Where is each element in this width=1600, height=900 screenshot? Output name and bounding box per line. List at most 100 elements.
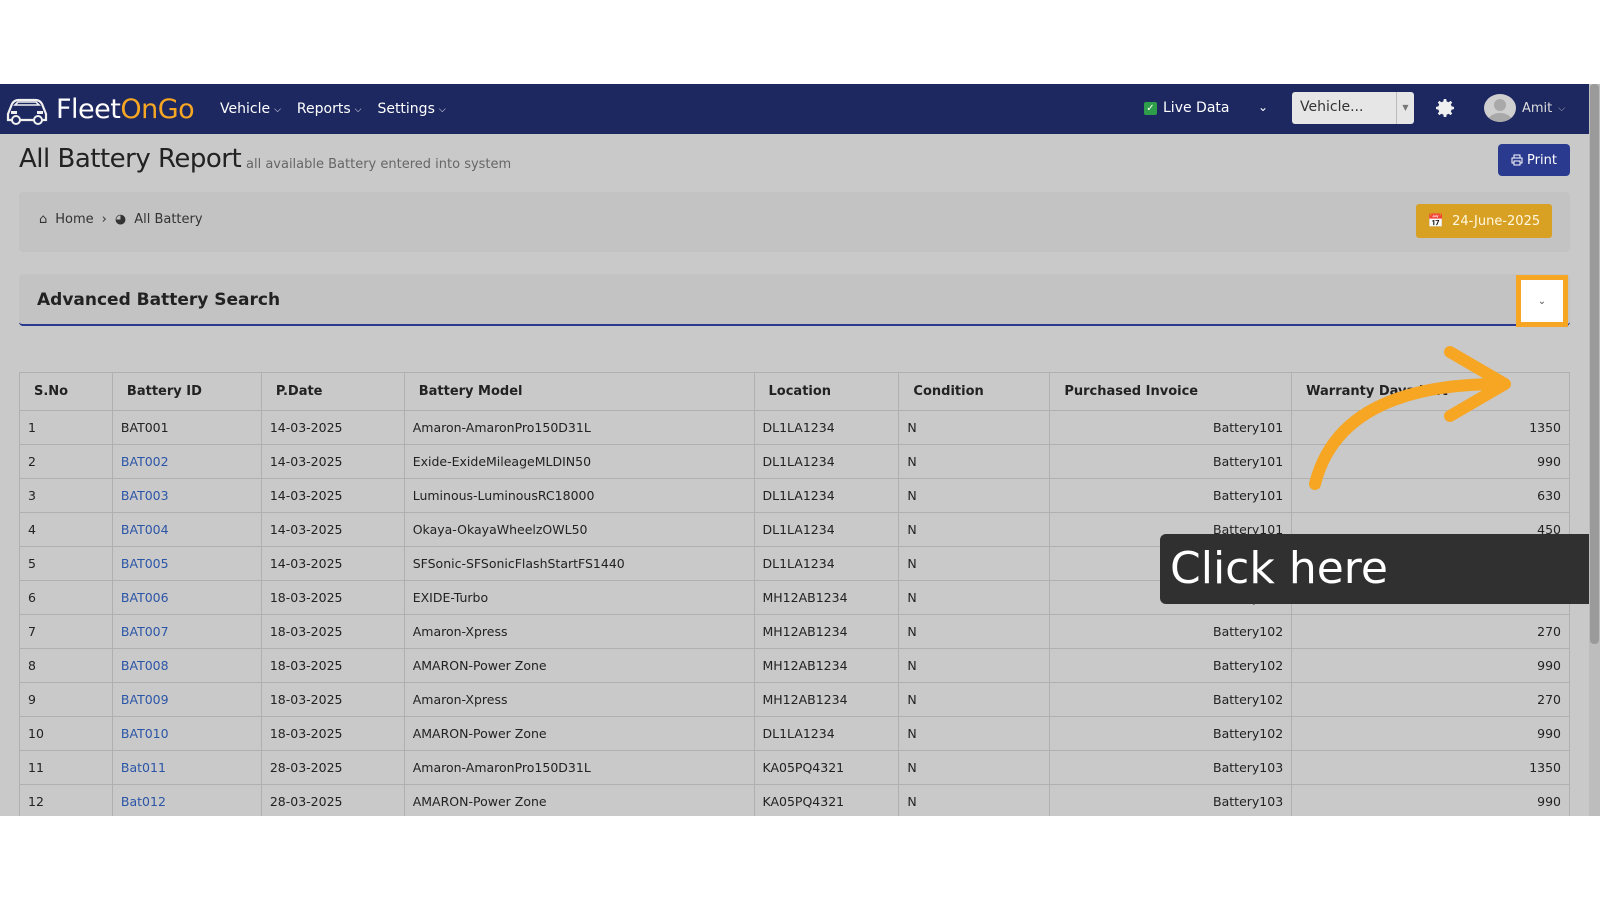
table-row[interactable]: 8 BAT008 18-03-2025 AMARON-Power Zone MH12AB… (19, 648, 1570, 683)
gear-icon[interactable] (1433, 96, 1457, 120)
table-cell: N (898, 716, 1051, 751)
table-cell: 1 (19, 410, 113, 445)
table-cell: Battery103 (1049, 784, 1293, 816)
table-cell: N (898, 512, 1051, 547)
table-cell: MH12AB1234 (753, 614, 900, 649)
column-header[interactable]: P.Date (260, 372, 405, 411)
table-cell: DL1LA1234 (753, 512, 900, 547)
column-header[interactable]: S.No (19, 372, 113, 411)
table-cell: 7 (19, 614, 113, 649)
menu-settings[interactable]: Settings ⌵ (377, 101, 445, 117)
battery-id-link[interactable]: BAT005 (111, 546, 262, 581)
checkbox-checked-icon: ✓ (1144, 101, 1157, 115)
live-data-label: Live Data (1163, 100, 1230, 116)
table-cell: Exide-ExideMileageMLDIN50 (403, 444, 755, 479)
battery-id-link[interactable]: BAT008 (111, 648, 262, 683)
table-cell: AMARON-Power Zone (403, 648, 755, 683)
table-row[interactable]: 9 BAT009 18-03-2025 Amaron-Xpress MH12AB1234… (19, 682, 1570, 717)
chevron-down-icon: ⌄ (1537, 295, 1547, 307)
table-cell: AMARON-Power Zone (403, 716, 755, 751)
print-button[interactable]: Print (1498, 144, 1570, 176)
table-cell: Amaron-AmaronPro150D31L (403, 750, 755, 785)
table-cell: DL1LA1234 (753, 478, 900, 513)
table-cell: AMARON-Power Zone (403, 784, 755, 816)
date-label: 24-June-2025 (1452, 213, 1541, 229)
menu-vehicle[interactable]: Vehicle ⌵ (220, 101, 281, 117)
app-window: FleetOnGo Vehicle ⌵ Reports ⌵ Settings ⌵ ✓ … (0, 84, 1600, 816)
column-header[interactable]: Battery Model (403, 372, 755, 411)
breadcrumb-home[interactable]: Home (55, 212, 93, 227)
main-menu: Vehicle ⌵ Reports ⌵ Settings ⌵ (220, 84, 446, 134)
table-cell: 1350 (1291, 750, 1570, 785)
table-cell: DL1LA1234 (753, 410, 900, 445)
menu-reports[interactable]: Reports ⌵ (297, 101, 362, 117)
column-header[interactable]: Location (753, 372, 900, 411)
table-cell: 18-03-2025 (260, 716, 405, 751)
car-logo-icon (6, 98, 48, 125)
table-cell: Amaron-AmaronPro150D31L (403, 410, 755, 445)
table-cell: Battery102 (1049, 614, 1293, 649)
search-collapse-toggle[interactable]: ⌄ (1516, 275, 1568, 327)
table-cell: 9 (19, 682, 113, 717)
home-icon: ⌂ (39, 212, 48, 227)
battery-id-link[interactable]: Bat012 (111, 784, 262, 816)
column-header[interactable]: Battery ID (111, 372, 262, 411)
table-cell: DL1LA1234 (753, 716, 900, 751)
chevron-down-icon[interactable]: ⌄ (1258, 100, 1268, 114)
table-cell: 14-03-2025 (260, 478, 405, 513)
date-picker-button[interactable]: 📅 24-June-2025 (1416, 204, 1552, 238)
table-cell: 12 (19, 784, 113, 816)
table-row[interactable]: 12 Bat012 28-03-2025 AMARON-Power Zone KA05P… (19, 784, 1570, 816)
brand-name-part1: Fleet (56, 93, 121, 125)
vehicle-select[interactable]: Vehicle... ▼ (1292, 92, 1414, 124)
table-cell: N (898, 682, 1051, 717)
table-cell: Luminous-LuminousRC18000 (403, 478, 755, 513)
table-cell: 10 (19, 716, 113, 751)
click-here-callout: Click here (1160, 534, 1595, 604)
table-row[interactable]: 10 BAT010 18-03-2025 AMARON-Power Zone DL1LA… (19, 716, 1570, 751)
user-name: Amit (1522, 100, 1553, 116)
dashboard-icon: ◕ (114, 212, 127, 227)
table-cell: 8 (19, 648, 113, 683)
table-cell: N (898, 750, 1051, 785)
table-cell: 14-03-2025 (260, 410, 405, 445)
battery-id-link[interactable]: BAT010 (111, 716, 262, 751)
table-cell: Battery102 (1049, 682, 1293, 717)
brand-logo[interactable]: FleetOnGo (4, 90, 195, 128)
battery-id-link[interactable]: BAT007 (111, 614, 262, 649)
scrollbar-thumb[interactable] (1590, 84, 1599, 644)
table-cell: Battery102 (1049, 716, 1293, 751)
table-cell: 18-03-2025 (260, 614, 405, 649)
battery-id-link[interactable]: BAT006 (111, 580, 262, 615)
table-cell: 270 (1291, 682, 1570, 717)
battery-id-link[interactable]: BAT003 (111, 478, 262, 513)
column-header[interactable]: Purchased Invoice (1049, 372, 1293, 411)
battery-id-link[interactable]: BAT002 (111, 444, 262, 479)
table-cell: SFSonic-SFSonicFlashStartFS1440 (403, 546, 755, 581)
table-cell: 990 (1291, 716, 1570, 751)
table-cell: 18-03-2025 (260, 648, 405, 683)
live-data-toggle[interactable]: ✓ Live Data (1144, 100, 1229, 116)
table-row[interactable]: 11 Bat011 28-03-2025 Amaron-AmaronPro150D31… (19, 750, 1570, 785)
table-row[interactable]: 7 BAT007 18-03-2025 Amaron-Xpress MH12AB1234… (19, 614, 1570, 649)
advanced-search-panel: Advanced Battery Search (19, 274, 1570, 326)
battery-id-link[interactable]: BAT004 (111, 512, 262, 547)
table-cell: MH12AB1234 (753, 648, 900, 683)
table-cell: 11 (19, 750, 113, 785)
table-cell: 270 (1291, 614, 1570, 649)
battery-id-link[interactable]: BAT009 (111, 682, 262, 717)
table-cell: N (898, 444, 1051, 479)
battery-id-link[interactable]: BAT001 (111, 410, 262, 445)
page-title: All Battery Report (19, 144, 242, 174)
table-cell: 18-03-2025 (260, 682, 405, 717)
column-header[interactable]: Condition (898, 372, 1051, 411)
vehicle-select-placeholder: Vehicle... (1300, 99, 1364, 115)
table-cell: 3 (19, 478, 113, 513)
table-cell: Amaron-Xpress (403, 614, 755, 649)
battery-id-link[interactable]: Bat011 (111, 750, 262, 785)
table-cell: 2 (19, 444, 113, 479)
callout-arrow-icon (1309, 346, 1511, 490)
user-menu[interactable]: Amit ⌵ (1484, 94, 1565, 122)
callout-text: Click here (1170, 543, 1388, 594)
table-cell: 14-03-2025 (260, 546, 405, 581)
